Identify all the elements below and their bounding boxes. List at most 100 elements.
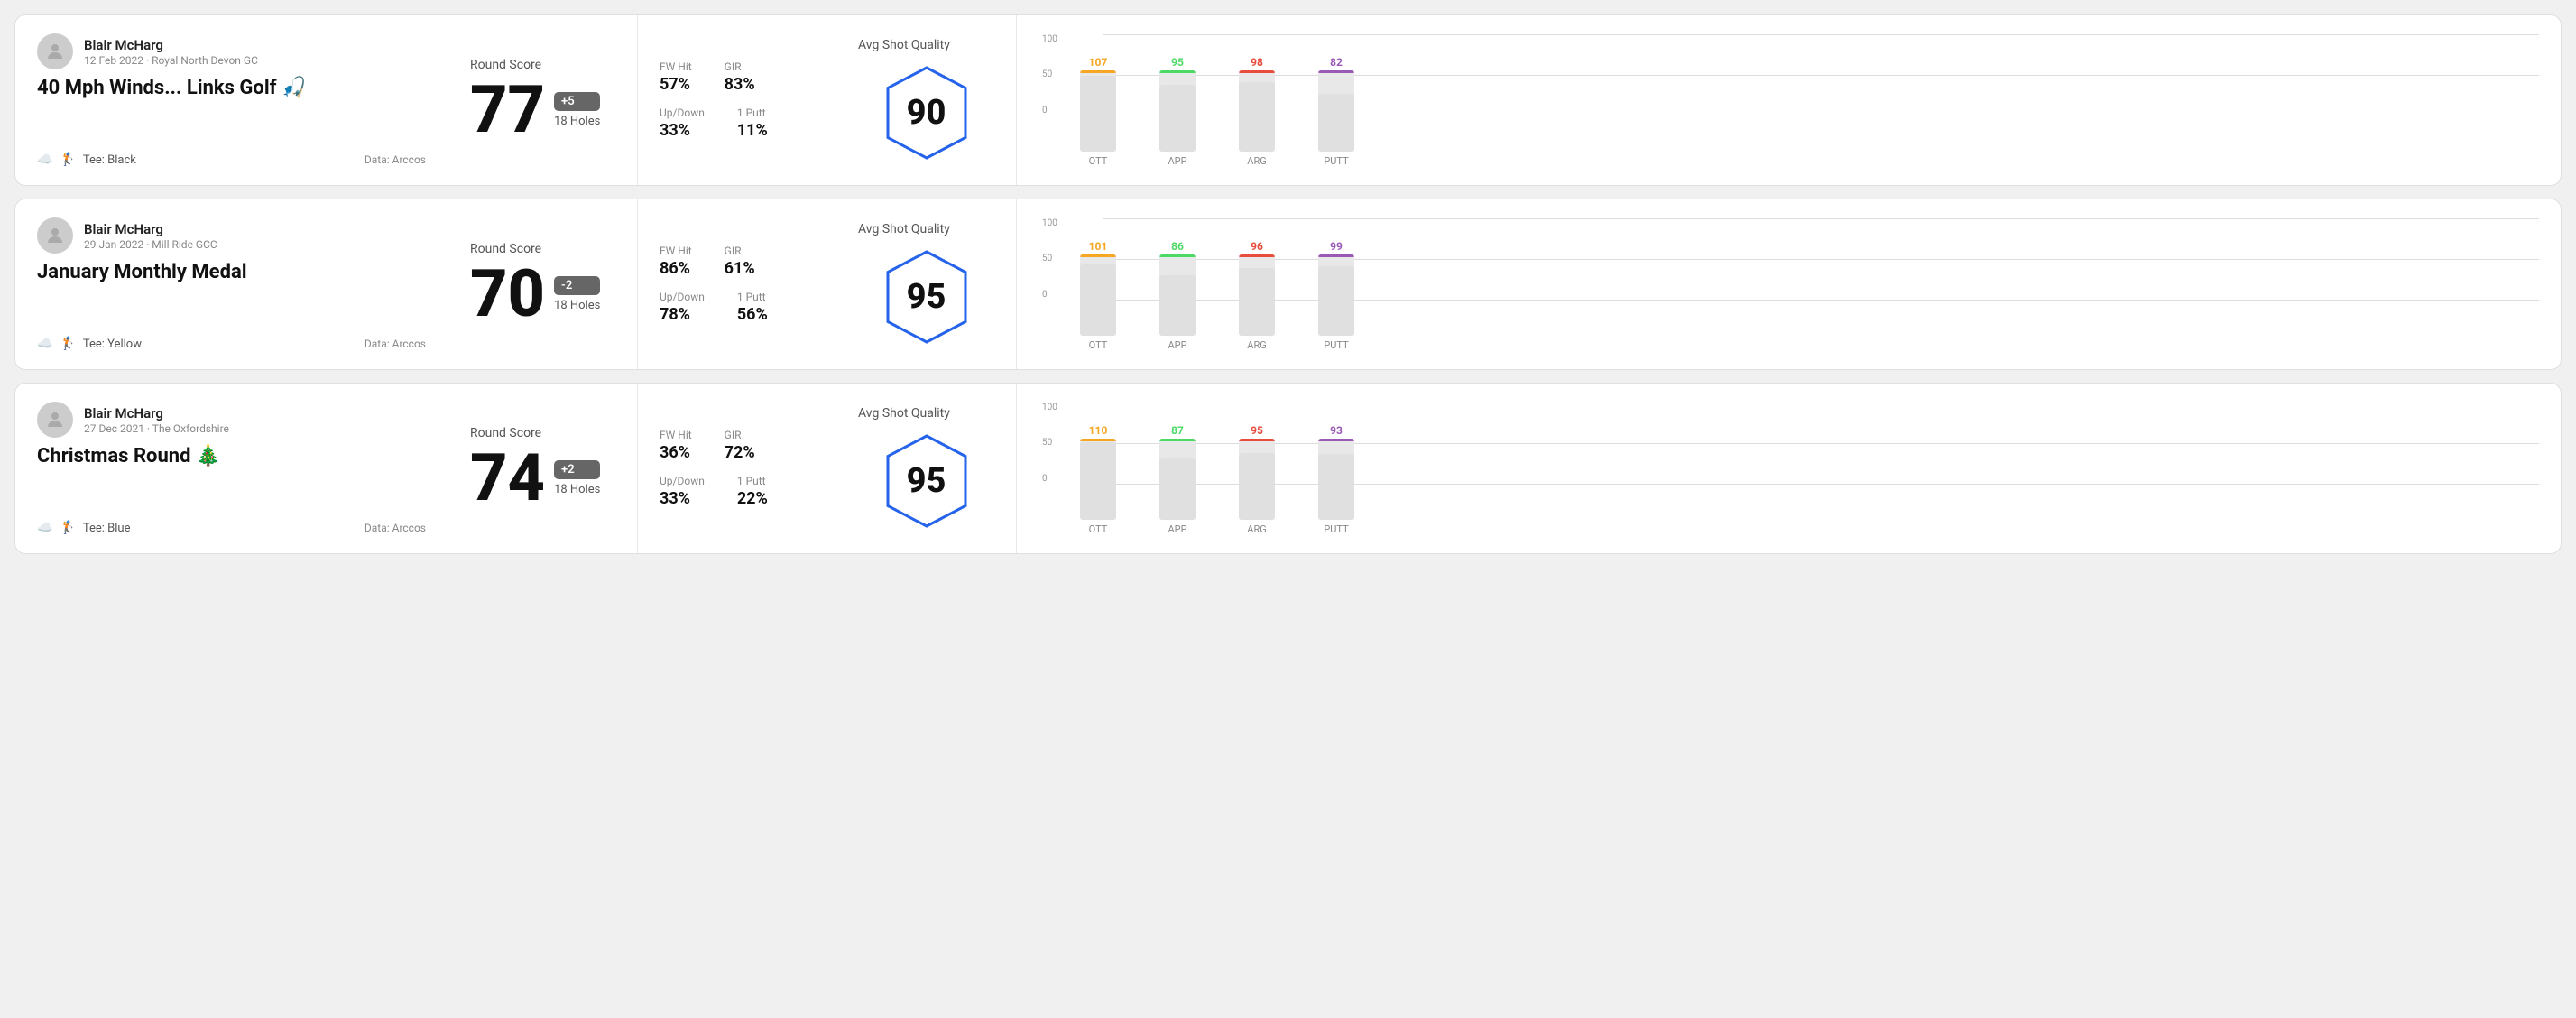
score-main: 70 -2 18 Holes (470, 262, 615, 327)
chart-column: 110 (1071, 424, 1125, 520)
score-badge-block: +5 18 Holes (554, 92, 600, 128)
golf-icon: 🏌️ (60, 153, 75, 167)
card-footer: ☁️ 🏌️ Tee: Yellow Data: Arccos (37, 337, 426, 351)
user-row: Blair McHarg 12 Feb 2022 · Royal North D… (37, 33, 426, 69)
stat-gir: GIR 83% (725, 60, 755, 94)
tee-label: Tee: Black (83, 153, 136, 167)
chart-bars: 110 87 95 93 (1071, 403, 2539, 520)
tee-row: ☁️ 🏌️ Tee: Blue (37, 521, 130, 535)
avatar (37, 217, 73, 254)
chart-column: 98 (1230, 56, 1284, 152)
stat-updown: Up/Down 78% (660, 291, 705, 324)
card-footer: ☁️ 🏌️ Tee: Black Data: Arccos (37, 153, 426, 167)
user-name: Blair McHarg (84, 405, 229, 421)
stats-row-top: FW Hit 36% GIR 72% (660, 429, 814, 462)
card-stats: FW Hit 86% GIR 61% Up/Down 78% 1 Putt (638, 199, 836, 369)
stats-row-top: FW Hit 57% GIR 83% (660, 60, 814, 94)
stat-oneputt-label: 1 Putt (737, 475, 768, 487)
weather-icon: ☁️ (37, 521, 52, 535)
user-row: Blair McHarg 29 Jan 2022 · Mill Ride GCC (37, 217, 426, 254)
golf-icon: 🏌️ (60, 521, 75, 535)
stat-gir-value: 72% (725, 443, 755, 462)
card-chart: 100 50 0 110 87 (1017, 384, 2561, 553)
chart-column: 93 (1309, 424, 1363, 520)
tee-label: Tee: Blue (83, 522, 131, 535)
card-left: Blair McHarg 12 Feb 2022 · Royal North D… (15, 15, 448, 185)
stat-oneputt-value: 22% (737, 489, 768, 508)
user-date: 29 Jan 2022 · Mill Ride GCC (84, 238, 217, 251)
data-source: Data: Arccos (365, 153, 426, 166)
score-number: 70 (470, 262, 545, 327)
score-main: 74 +2 18 Holes (470, 446, 615, 511)
card-score: Round Score 77 +5 18 Holes (448, 15, 638, 185)
score-label: Round Score (470, 58, 615, 72)
card-footer: ☁️ 🏌️ Tee: Blue Data: Arccos (37, 521, 426, 535)
score-badge-block: +2 18 Holes (554, 460, 600, 496)
stat-fw-hit-label: FW Hit (660, 245, 692, 257)
stat-oneputt-label: 1 Putt (737, 106, 768, 119)
chart-column: 95 (1230, 424, 1284, 520)
card-left: Blair McHarg 29 Jan 2022 · Mill Ride GCC… (15, 199, 448, 369)
card-quality: Avg Shot Quality 95 (836, 199, 1017, 369)
stat-gir: GIR 61% (725, 245, 755, 278)
user-name: Blair McHarg (84, 37, 258, 53)
stat-fw-hit-value: 36% (660, 443, 692, 462)
stat-gir-label: GIR (725, 429, 755, 441)
user-name: Blair McHarg (84, 221, 217, 237)
avatar (37, 402, 73, 438)
card-score: Round Score 70 -2 18 Holes (448, 199, 638, 369)
stat-fw-hit: FW Hit 36% (660, 429, 692, 462)
round-title: Christmas Round 🎄 (37, 445, 426, 467)
card-quality: Avg Shot Quality 90 (836, 15, 1017, 185)
score-badge: -2 (554, 276, 600, 295)
chart-column: 95 (1150, 56, 1205, 152)
hexagon: 95 (882, 247, 972, 347)
chart-axis: OTTAPPARGPUTT (1071, 155, 2539, 167)
hexagon: 90 (882, 63, 972, 162)
person-icon (44, 409, 66, 430)
user-row: Blair McHarg 27 Dec 2021 · The Oxfordshi… (37, 402, 426, 438)
stat-fw-hit-label: FW Hit (660, 429, 692, 441)
chart-axis: OTTAPPARGPUTT (1071, 523, 2539, 535)
tee-row: ☁️ 🏌️ Tee: Yellow (37, 337, 142, 351)
chart-bars: 101 86 96 99 (1071, 218, 2539, 336)
stat-oneputt-value: 56% (737, 305, 768, 324)
stat-updown-label: Up/Down (660, 475, 705, 487)
stat-gir-label: GIR (725, 60, 755, 73)
card-chart: 100 50 0 107 95 (1017, 15, 2561, 185)
round-card: Blair McHarg 29 Jan 2022 · Mill Ride GCC… (14, 199, 2562, 370)
quality-label: Avg Shot Quality (858, 38, 950, 52)
score-badge-block: -2 18 Holes (554, 276, 600, 312)
stat-oneputt-value: 11% (737, 121, 768, 140)
stats-row-top: FW Hit 86% GIR 61% (660, 245, 814, 278)
stat-updown: Up/Down 33% (660, 475, 705, 508)
tee-label: Tee: Yellow (83, 338, 142, 351)
score-badge: +5 (554, 92, 600, 111)
stat-fw-hit: FW Hit 86% (660, 245, 692, 278)
score-holes: 18 Holes (554, 115, 600, 128)
chart-column: 107 (1071, 56, 1125, 152)
stat-updown-value: 33% (660, 121, 705, 140)
stat-updown-value: 78% (660, 305, 705, 324)
chart-axis: OTTAPPARGPUTT (1071, 339, 2539, 351)
round-card: Blair McHarg 27 Dec 2021 · The Oxfordshi… (14, 383, 2562, 554)
stat-fw-hit-value: 86% (660, 259, 692, 278)
card-left: Blair McHarg 27 Dec 2021 · The Oxfordshi… (15, 384, 448, 553)
user-info: Blair McHarg 12 Feb 2022 · Royal North D… (84, 37, 258, 67)
stat-gir-value: 61% (725, 259, 755, 278)
card-score: Round Score 74 +2 18 Holes (448, 384, 638, 553)
card-chart: 100 50 0 101 86 (1017, 199, 2561, 369)
user-info: Blair McHarg 29 Jan 2022 · Mill Ride GCC (84, 221, 217, 251)
stat-updown-value: 33% (660, 489, 705, 508)
chart-column: 99 (1309, 240, 1363, 336)
stats-row-bottom: Up/Down 33% 1 Putt 11% (660, 106, 814, 140)
stats-row-bottom: Up/Down 33% 1 Putt 22% (660, 475, 814, 508)
quality-number: 95 (907, 277, 946, 317)
card-stats: FW Hit 57% GIR 83% Up/Down 33% 1 Putt (638, 15, 836, 185)
chart-column: 96 (1230, 240, 1284, 336)
score-holes: 18 Holes (554, 483, 600, 496)
score-badge: +2 (554, 460, 600, 479)
round-card: Blair McHarg 12 Feb 2022 · Royal North D… (14, 14, 2562, 186)
score-number: 77 (470, 78, 545, 143)
quality-number: 90 (907, 93, 946, 133)
